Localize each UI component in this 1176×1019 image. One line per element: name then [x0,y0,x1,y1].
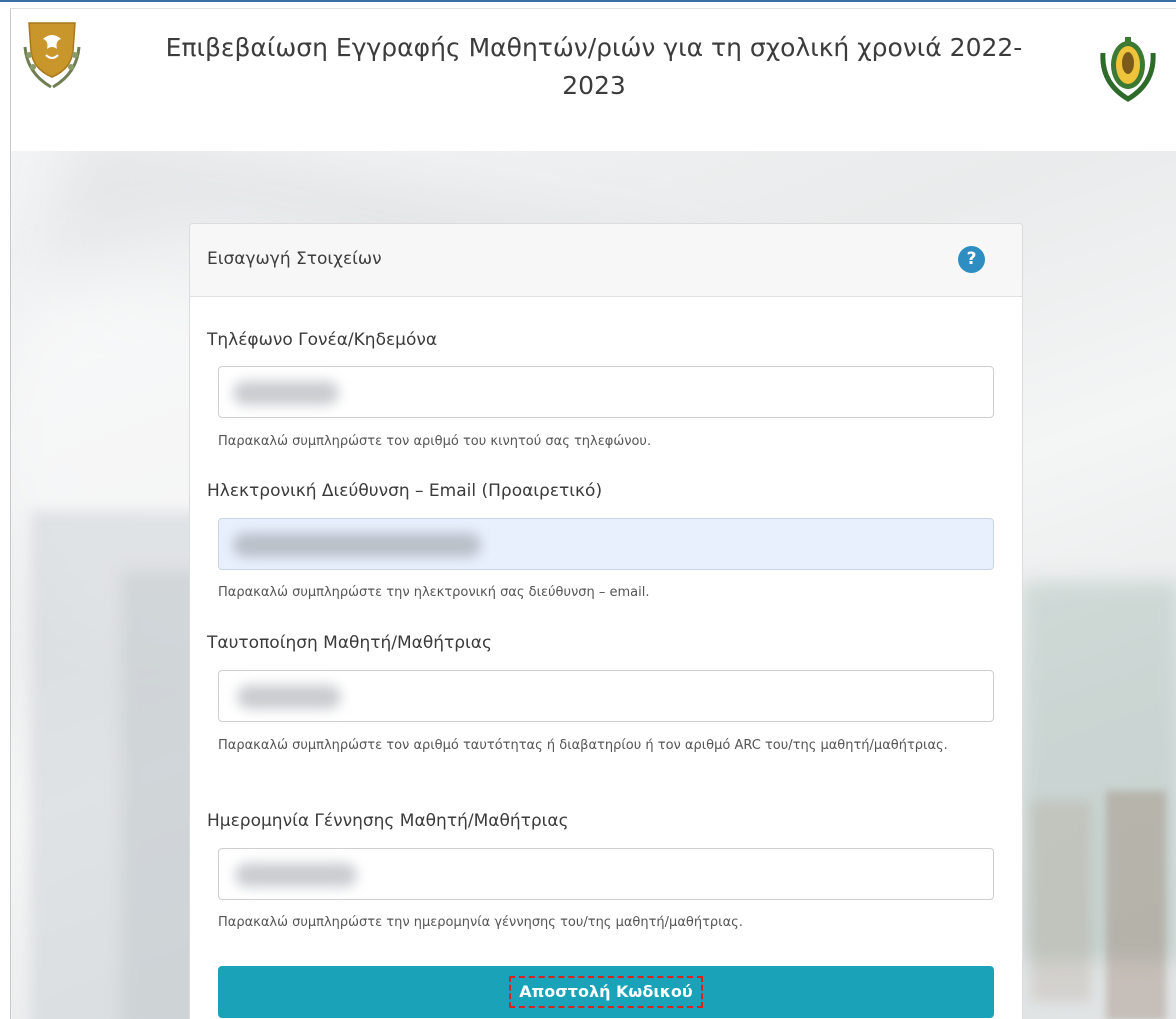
email-help-text: Παρακαλώ συμπληρώστε την ηλεκτρονική σας… [218,585,650,600]
dob-help-text: Παρακαλώ συμπληρώστε την ημερομηνία γένν… [218,915,743,930]
student-id-input[interactable] [218,670,994,722]
page-header: Επιβεβαίωση Εγγραφής Μαθητών/ριών για τη… [11,9,1176,152]
panel-title: Εισαγωγή Στοιχείων [207,249,382,269]
redacted-value [235,863,357,887]
send-code-button[interactable]: Αποστολή Κωδικού [218,966,994,1018]
redacted-value [233,533,481,557]
dob-label: Ημερομηνία Γέννησης Μαθητή/Μαθήτριας [207,811,569,831]
dob-input[interactable] [218,848,994,900]
phone-label: Τηλέφωνο Γονέα/Κηδεμόνα [207,330,438,350]
email-label: Ηλεκτρονική Διεύθυνση – Email (Προαιρετι… [207,481,603,501]
ministry-emblem-icon [1100,37,1156,102]
redacted-value [233,381,339,405]
panel-header: Εισαγωγή Στοιχείων ? [190,224,1022,297]
data-entry-panel: Εισαγωγή Στοιχείων ? Τηλέφωνο Γονέα/Κηδε… [189,223,1023,1019]
page-title: Επιβεβαίωση Εγγραφής Μαθητών/ριών για τη… [165,33,1023,100]
send-code-label: Αποστολή Κωδικού [509,976,703,1008]
phone-input[interactable] [218,366,994,418]
email-input[interactable] [218,518,994,570]
student-id-label: Ταυτοποίηση Μαθητή/Μαθήτριας [207,633,492,653]
cyprus-coat-of-arms-icon [23,22,81,89]
redacted-value [237,685,341,709]
question-circle-icon[interactable]: ? [958,246,985,273]
student-id-help-text: Παρακαλώ συμπληρώστε τον αριθμό ταυτότητ… [218,738,948,753]
top-accent-line [0,0,1176,2]
phone-help-text: Παρακαλώ συμπληρώστε τον αριθμό του κινη… [218,434,652,449]
page-frame: Επιβεβαίωση Εγγραφής Μαθητών/ριών για τη… [10,8,1176,1019]
